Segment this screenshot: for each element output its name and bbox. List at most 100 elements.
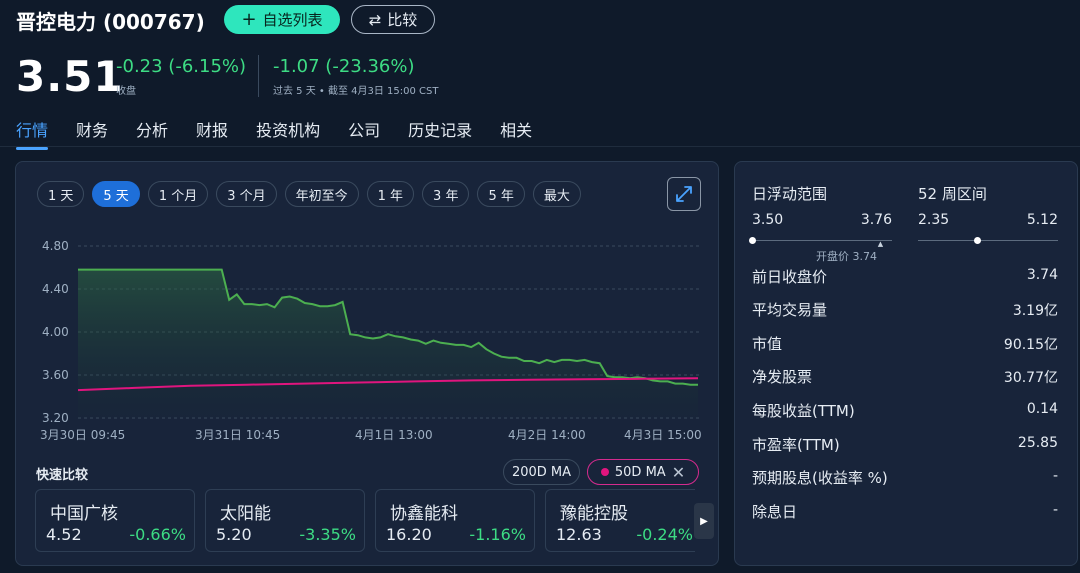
price-chart[interactable]: 4.80 4.40 4.00 3.60 3.20 3月30日 09:45 3月31日 10:… <box>40 232 705 446</box>
current-price: 3.51 <box>16 52 124 101</box>
card-price: 16.20 <box>386 525 432 544</box>
stat-value: 90.15亿 <box>1003 337 1058 353</box>
daily-change: -0.23 (-6.15%) <box>116 56 247 77</box>
range-3m[interactable]: 3 个月 <box>216 181 277 207</box>
price-area <box>78 269 698 418</box>
x-tick-label: 4月1日 13:00 <box>355 428 433 442</box>
stat-label: 除息日 <box>752 503 798 521</box>
card-change: -1.16% <box>469 525 526 544</box>
expand-icon <box>676 186 692 202</box>
daily-change-label: 收盘 <box>116 86 136 97</box>
day-high: 3.76 <box>860 212 892 228</box>
x-tick-label: 3月31日 10:45 <box>195 428 280 442</box>
tab-company[interactable]: 公司 <box>348 117 380 141</box>
ma200-toggle[interactable]: 200D MA <box>503 459 580 485</box>
day-range-marker <box>749 237 756 244</box>
tab-quotes[interactable]: 行情 <box>16 117 49 150</box>
card-price: 4.52 <box>46 525 82 544</box>
range-ytd[interactable]: 年初至今 <box>284 181 359 207</box>
expand-chart-button[interactable] <box>667 177 701 211</box>
stat-value: 25.85 <box>1017 435 1058 451</box>
main-tabs: 行情 财务 分析 财报 投资机构 公司 历史记录 相关 <box>16 117 560 150</box>
add-to-watchlist-button[interactable]: + 自选列表 <box>224 5 340 34</box>
compare-button[interactable]: ⇄ 比较 <box>351 5 435 34</box>
stat-label: 预期股息(收益率 %) <box>752 469 888 487</box>
x-tick-label: 4月2日 14:00 <box>508 428 586 442</box>
open-price-label: 开盘价 3.74 <box>816 250 877 263</box>
next-cards-button[interactable]: ▶ <box>694 503 714 539</box>
card-change: -3.35% <box>299 525 356 544</box>
stat-label: 平均交易量 <box>752 301 828 319</box>
week52-range-marker <box>973 237 981 244</box>
compare-label: 比较 <box>387 11 418 29</box>
y-tick-label: 4.40 <box>42 282 69 296</box>
x-tick-label: 3月30日 09:45 <box>40 428 125 442</box>
period-change: -1.07 (-23.36%) <box>273 56 415 77</box>
compare-cards: 中国广核 4.52 -0.66% 太阳能 5.20 -3.35% 协鑫能科 16… <box>35 489 695 552</box>
stat-label: 前日收盘价 <box>752 268 828 286</box>
open-marker-icon: ▲ <box>877 240 884 248</box>
card-name: 中国广核 <box>50 504 118 524</box>
stat-value: - <box>1052 468 1058 484</box>
y-tick-label: 4.80 <box>42 239 69 253</box>
x-tick-label: 4月3日 15:00 <box>624 428 702 442</box>
stat-value: 3.74 <box>1026 267 1058 283</box>
compare-card[interactable]: 中国广核 4.52 -0.66% <box>35 489 195 552</box>
chevron-right-icon: ▶ <box>700 515 708 527</box>
quick-compare-title: 快速比较 <box>36 468 89 483</box>
stock-title: 晋控电力 (000767) <box>16 10 205 34</box>
range-1y[interactable]: 1 年 <box>366 181 415 207</box>
week52-low: 2.35 <box>918 212 950 228</box>
y-tick-label: 3.20 <box>42 411 69 425</box>
range-1m[interactable]: 1 个月 <box>147 181 209 207</box>
range-5d[interactable]: 5 天 <box>92 181 140 207</box>
header-divider <box>258 55 259 97</box>
stat-value: - <box>1052 502 1058 518</box>
y-tick-label: 3.60 <box>42 368 69 382</box>
compare-card[interactable]: 太阳能 5.20 -3.35% <box>205 489 365 552</box>
tab-institutions[interactable]: 投资机构 <box>256 117 320 141</box>
ma50-label: 50D MA <box>614 464 666 480</box>
card-name: 太阳能 <box>220 504 271 524</box>
stat-value: 3.19亿 <box>1012 303 1058 319</box>
y-tick-label: 4.00 <box>42 325 69 339</box>
stat-label: 市盈率(TTM) <box>752 436 840 454</box>
week52-range-label: 52 周区间 <box>918 185 987 203</box>
stat-label: 净发股票 <box>752 368 813 386</box>
week52-high: 5.12 <box>1026 212 1058 228</box>
plus-icon: + <box>241 8 257 30</box>
compare-card[interactable]: 豫能控股 12.63 -0.24% <box>545 489 695 552</box>
tab-related[interactable]: 相关 <box>500 117 532 141</box>
day-range-bar <box>752 240 892 241</box>
range-1d[interactable]: 1 天 <box>37 181 85 207</box>
card-price: 5.20 <box>216 525 252 544</box>
stat-value: 30.77亿 <box>1003 370 1058 386</box>
tabs-divider <box>0 146 1080 147</box>
close-icon[interactable]: ✕ <box>672 463 685 482</box>
card-change: -0.24% <box>636 525 693 544</box>
day-range-label: 日浮动范围 <box>752 185 828 203</box>
day-low: 3.50 <box>752 212 784 228</box>
stat-label: 每股收益(TTM) <box>752 402 855 420</box>
watchlist-label: 自选列表 <box>262 11 323 29</box>
ma50-toggle[interactable]: 50D MA ✕ <box>587 459 699 485</box>
week52-range-bar <box>918 240 1058 241</box>
tab-history[interactable]: 历史记录 <box>408 117 472 141</box>
tab-analysis[interactable]: 分析 <box>136 117 168 141</box>
period-change-label: 过去 5 天 • 截至 4月3日 15:00 CST <box>273 86 439 97</box>
range-3y[interactable]: 3 年 <box>422 181 470 207</box>
stat-label: 市值 <box>752 335 783 353</box>
compare-card[interactable]: 协鑫能科 16.20 -1.16% <box>375 489 535 552</box>
range-max[interactable]: 最大 <box>532 181 581 207</box>
range-5y[interactable]: 5 年 <box>477 181 525 207</box>
swap-arrows-icon: ⇄ <box>368 10 382 29</box>
time-range-selector: 1 天 5 天 1 个月 3 个月 年初至今 1 年 3 年 5 年 最大 <box>37 181 581 207</box>
card-price: 12.63 <box>556 525 602 544</box>
card-change: -0.66% <box>129 525 186 544</box>
tab-financials[interactable]: 财务 <box>76 117 108 141</box>
stat-value: 0.14 <box>1026 401 1058 417</box>
card-name: 协鑫能科 <box>390 504 458 524</box>
tab-earnings[interactable]: 财报 <box>196 117 228 141</box>
card-name: 豫能控股 <box>560 504 628 524</box>
ma50-color-dot <box>600 468 609 476</box>
